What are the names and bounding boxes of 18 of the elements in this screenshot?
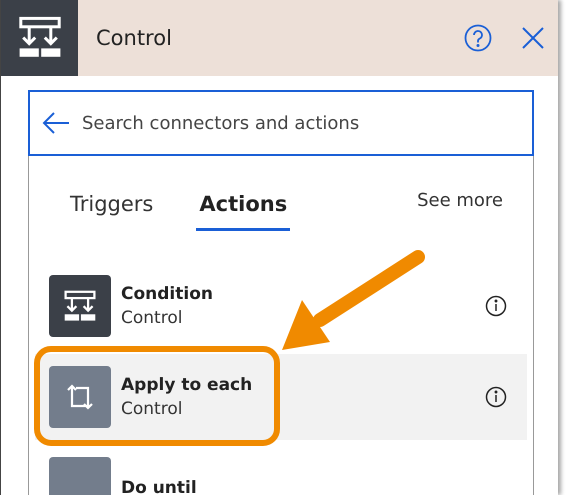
panel-title: Control [96, 26, 173, 50]
back-arrow-icon[interactable] [42, 111, 70, 135]
help-icon[interactable] [464, 24, 492, 52]
close-button[interactable] [522, 27, 544, 49]
action-subtitle: Control [121, 399, 184, 419]
loop-icon [65, 384, 95, 410]
info-icon[interactable] [485, 386, 507, 408]
action-title: Do until [121, 478, 198, 495]
info-icon[interactable] [485, 295, 507, 317]
see-more-link[interactable]: See more [417, 188, 503, 213]
tab[interactable]: Actions [196, 188, 290, 231]
action-title: Condition [121, 284, 214, 304]
search-field[interactable]: Search connectors and actions [28, 90, 534, 156]
tab[interactable]: Triggers [67, 188, 156, 231]
action-title: Apply to each [121, 375, 254, 395]
action-subtitle: Control [121, 308, 184, 328]
condition-icon [62, 290, 98, 322]
action-item[interactable]: Apply to each Control [35, 354, 527, 440]
